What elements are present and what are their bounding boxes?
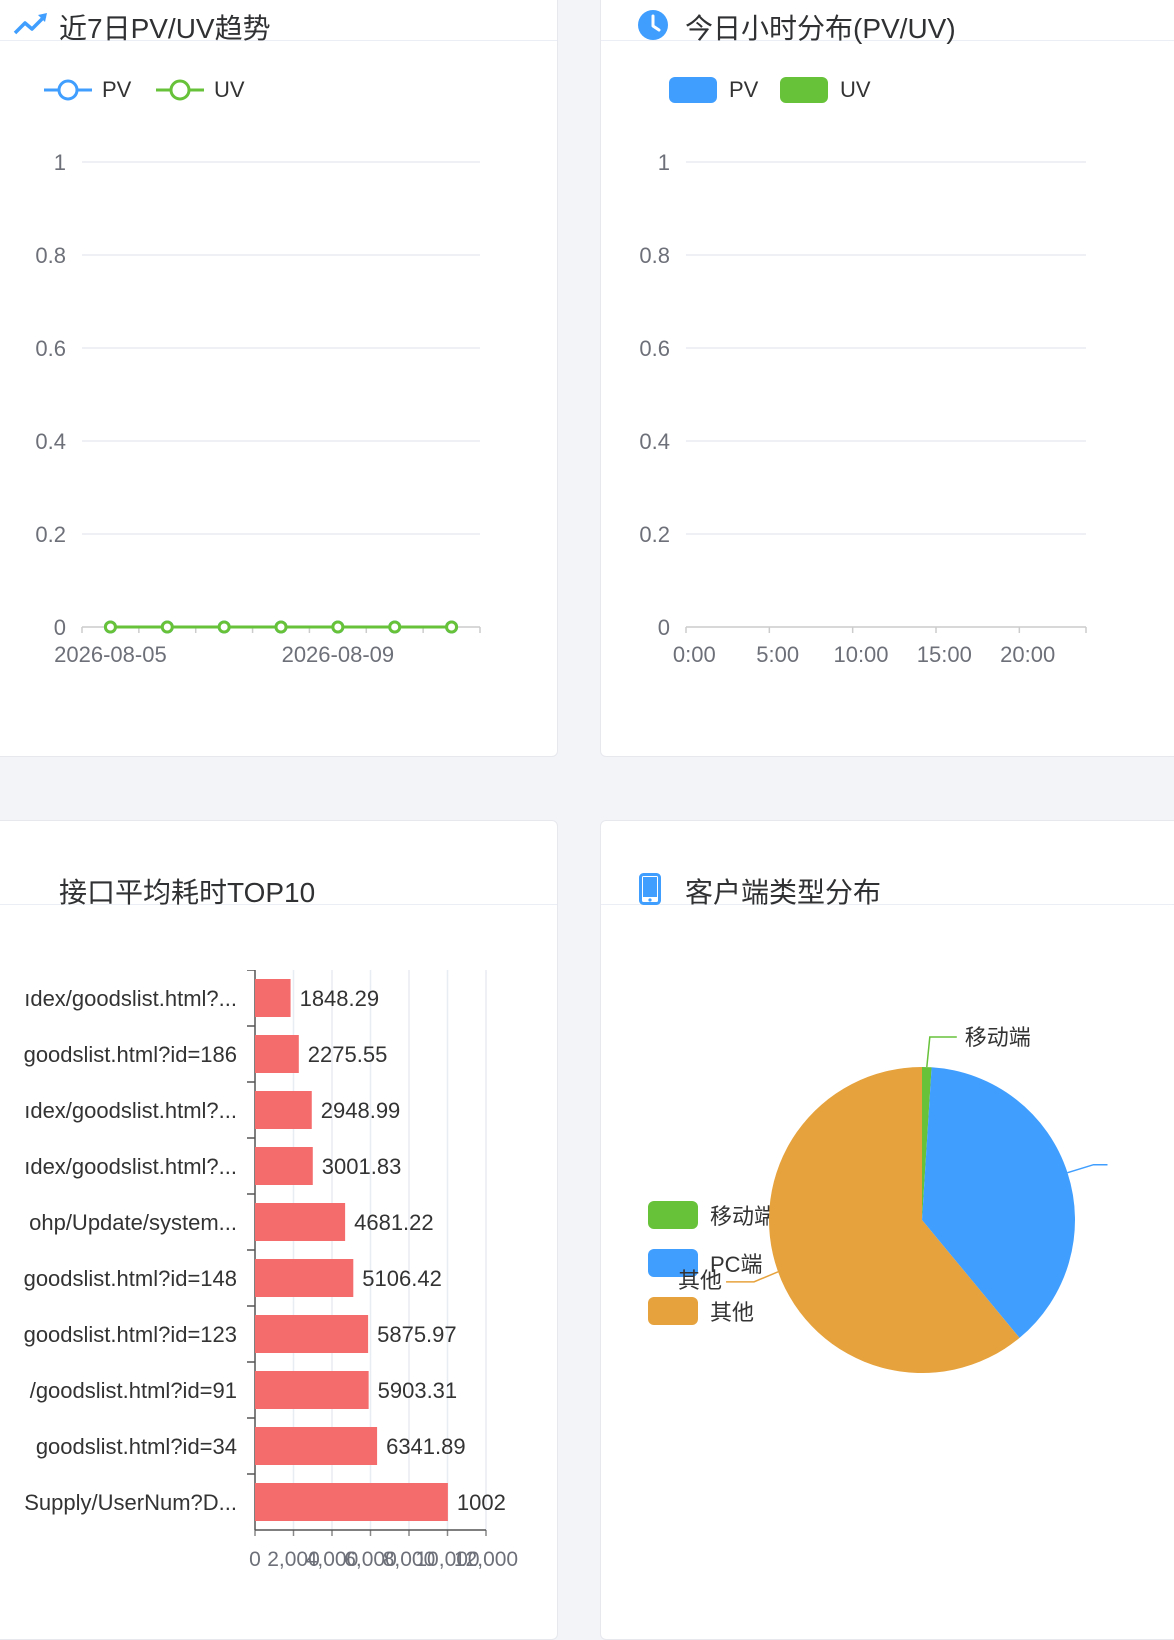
trend-line-chart: 1 0.8 0.6 0.4 0.2 02026-08-05 2026-08-09	[35, 150, 481, 667]
latency-card-title: 接口平均耗时TOP10	[59, 877, 316, 908]
y-tick-label: 0.2	[35, 522, 66, 547]
x-tick-label: 10:00	[833, 642, 888, 667]
y-tick-label: 0.8	[639, 243, 670, 268]
latency-bar	[255, 1315, 369, 1353]
bar-value-label: 4681.22	[354, 1210, 434, 1235]
x-tick-label: 0:00	[673, 642, 716, 667]
x-tick-label: 20:00	[1000, 642, 1055, 667]
y-tick-label: 0.6	[35, 336, 66, 361]
pie-leader-line	[1067, 1163, 1108, 1174]
x-tick-label: 2026-08-09	[282, 642, 395, 667]
y-category-label: /goodslist.html?id=91	[30, 1378, 237, 1403]
mobile-phone-icon	[639, 873, 661, 905]
y-category-label: ıdex/goodslist.html?...	[24, 1154, 237, 1179]
data-point-uv	[445, 620, 459, 634]
y-category-label: goodslist.html?id=186	[24, 1042, 237, 1067]
bar-value-label: 3001.83	[322, 1154, 402, 1179]
y-tick-label: 0.4	[35, 429, 66, 454]
y-category-label: goodslist.html?id=148	[24, 1266, 237, 1291]
latency-bar	[255, 1147, 313, 1185]
client-card-title: 客户端类型分布	[685, 877, 882, 908]
data-point-uv	[331, 620, 345, 634]
bar-value-label: 1002	[457, 1490, 506, 1515]
latency-bar	[255, 979, 291, 1017]
data-point-uv	[103, 620, 117, 634]
data-point-uv	[160, 620, 174, 634]
bar-value-label: 2275.55	[308, 1042, 388, 1067]
latency-card-header: 接口平均耗时TOP10	[0, 821, 557, 908]
y-tick-label: 0	[658, 615, 670, 640]
x-tick-label: 5:00	[756, 642, 799, 667]
bar-value-label: 2948.99	[321, 1098, 401, 1123]
y-tick-label: 0.2	[639, 522, 670, 547]
data-point-uv	[274, 620, 288, 634]
latency-bar-chart: 0 2,0004,0006,0008,00010,00012,000ıdex/go…	[24, 970, 518, 1571]
y-tick-label: 1	[658, 150, 670, 175]
pie-leader-line	[926, 1036, 957, 1068]
latency-bar	[255, 1371, 369, 1409]
latency-bar	[255, 1203, 346, 1241]
y-category-label: Supply/UserNum?D...	[24, 1490, 237, 1515]
pie-callout-label: 移动端	[965, 1025, 1031, 1050]
latency-bar	[255, 1427, 378, 1465]
pie-leader-line	[726, 1271, 779, 1283]
y-tick-label: 0.6	[639, 336, 670, 361]
bar-value-label: 5875.97	[377, 1322, 457, 1347]
bar-value-label: 6341.89	[386, 1434, 466, 1459]
client-pie-chart: 移动端其他	[678, 1025, 1108, 1373]
client-card-header: 客户端类型分布	[601, 821, 1174, 908]
latency-bar	[255, 1035, 299, 1073]
y-category-label: ohp/Update/system...	[29, 1210, 237, 1235]
data-point-uv	[388, 620, 402, 634]
latency-bar	[255, 1483, 448, 1521]
y-tick-label: 0.4	[639, 429, 670, 454]
y-category-label: ıdex/goodslist.html?...	[24, 1098, 237, 1123]
y-category-label: goodslist.html?id=123	[24, 1322, 237, 1347]
y-tick-label: 0.8	[35, 243, 66, 268]
y-tick-label: 1	[54, 150, 66, 175]
bar-value-label: 1848.29	[300, 986, 380, 1011]
y-tick-label: 0	[54, 615, 66, 640]
pie-callout-label: 其他	[678, 1268, 722, 1293]
latency-bar	[255, 1259, 354, 1297]
bar-value-label: 5106.42	[362, 1266, 442, 1291]
y-category-label: ıdex/goodslist.html?...	[24, 986, 237, 1011]
data-point-uv	[217, 620, 231, 634]
bar-value-label: 5903.31	[378, 1378, 458, 1403]
hourly-bar-chart: 1 0.8 0.6 0.4 0.2 00:00 5:00 10:00 15:00 20:00	[639, 150, 1087, 667]
x-tick-label: 0	[249, 1548, 261, 1571]
x-tick-label: 15:00	[917, 642, 972, 667]
x-tick-label: 12,000	[454, 1548, 518, 1571]
x-tick-label: 2026-08-05	[54, 642, 167, 667]
y-category-label: goodslist.html?id=34	[36, 1434, 237, 1459]
latency-bar	[255, 1091, 312, 1129]
